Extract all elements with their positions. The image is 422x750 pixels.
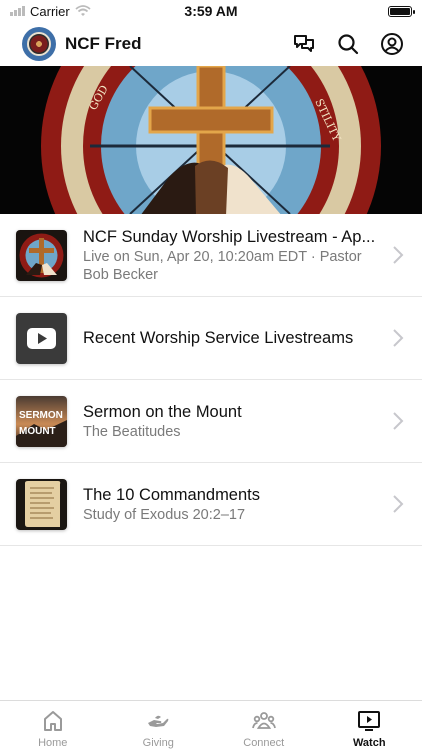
search-icon[interactable]	[336, 32, 360, 56]
item-subtitle: The Beatitudes	[83, 423, 181, 440]
profile-icon[interactable]	[380, 32, 404, 56]
wifi-icon	[75, 5, 91, 16]
tab-connect-label: Connect	[243, 737, 285, 749]
chevron-right-icon	[392, 245, 406, 265]
sermon-thumbnail: SERMON MOUNT	[16, 395, 67, 447]
tab-watch-label: Watch	[352, 737, 386, 749]
sermon-thumb-line2: MOUNT	[19, 426, 56, 437]
signal-icon	[10, 6, 25, 16]
battery-icon	[387, 5, 415, 17]
tab-home[interactable]: Home	[0, 701, 106, 750]
carrier-info: Carrier	[10, 4, 150, 19]
list-item-ten-commandments[interactable]: The 10 Commandments Study of Exodus 20:2…	[0, 463, 422, 546]
list-item-recent-livestreams[interactable]: Recent Worship Service Livestreams	[0, 297, 422, 380]
home-icon	[43, 711, 62, 731]
tab-home-label: Home	[38, 737, 68, 749]
chevron-right-icon	[392, 328, 406, 348]
item-title: Recent Worship Service Livestreams	[83, 328, 354, 347]
item-title: The 10 Commandments	[83, 485, 260, 504]
list-item-sermon-on-the-mount[interactable]: SERMON MOUNT Sermon on the Mount The Bea…	[0, 380, 422, 463]
item-subtitle: Study of Exodus 20:2–17	[83, 506, 246, 523]
hero-banner: GOD STILITY	[0, 66, 422, 214]
commandments-thumbnail	[16, 478, 67, 530]
tab-giving-label: Giving	[142, 737, 174, 749]
stained-glass-image: GOD STILITY	[0, 66, 422, 214]
list-item-livestream[interactable]: NCF Sunday Worship Livestream - Ap... Li…	[0, 214, 422, 297]
app-header: NCF Fred	[0, 22, 422, 66]
tab-bar: Home Giving Connect Watch	[0, 700, 422, 750]
watch-list: NCF Sunday Worship Livestream - Ap... Li…	[0, 214, 422, 546]
tab-watch[interactable]: Watch	[317, 701, 422, 750]
church-logo	[22, 27, 56, 61]
sermon-thumb-line1: SERMON	[19, 410, 63, 421]
carrier-label: Carrier	[30, 3, 70, 19]
status-time: 3:59 AM	[184, 3, 238, 19]
item-title: Sermon on the Mount	[83, 402, 242, 421]
livestream-thumbnail	[16, 229, 67, 281]
chevron-right-icon	[392, 494, 406, 514]
giving-icon	[148, 715, 169, 727]
status-bar: Carrier 3:59 AM	[0, 0, 422, 22]
tab-connect[interactable]: Connect	[211, 701, 317, 750]
chat-icon[interactable]	[292, 32, 316, 56]
youtube-thumbnail	[16, 312, 67, 364]
item-title: NCF Sunday Worship Livestream - Ap...	[83, 227, 376, 246]
chevron-right-icon	[392, 411, 406, 431]
app-title: NCF Fred	[65, 34, 142, 53]
item-subtitle: Live on Sun, Apr 20, 10:20am EDT · Pasto…	[83, 248, 362, 283]
watch-icon	[358, 711, 381, 731]
connect-icon	[251, 712, 276, 729]
tab-giving[interactable]: Giving	[106, 701, 212, 750]
